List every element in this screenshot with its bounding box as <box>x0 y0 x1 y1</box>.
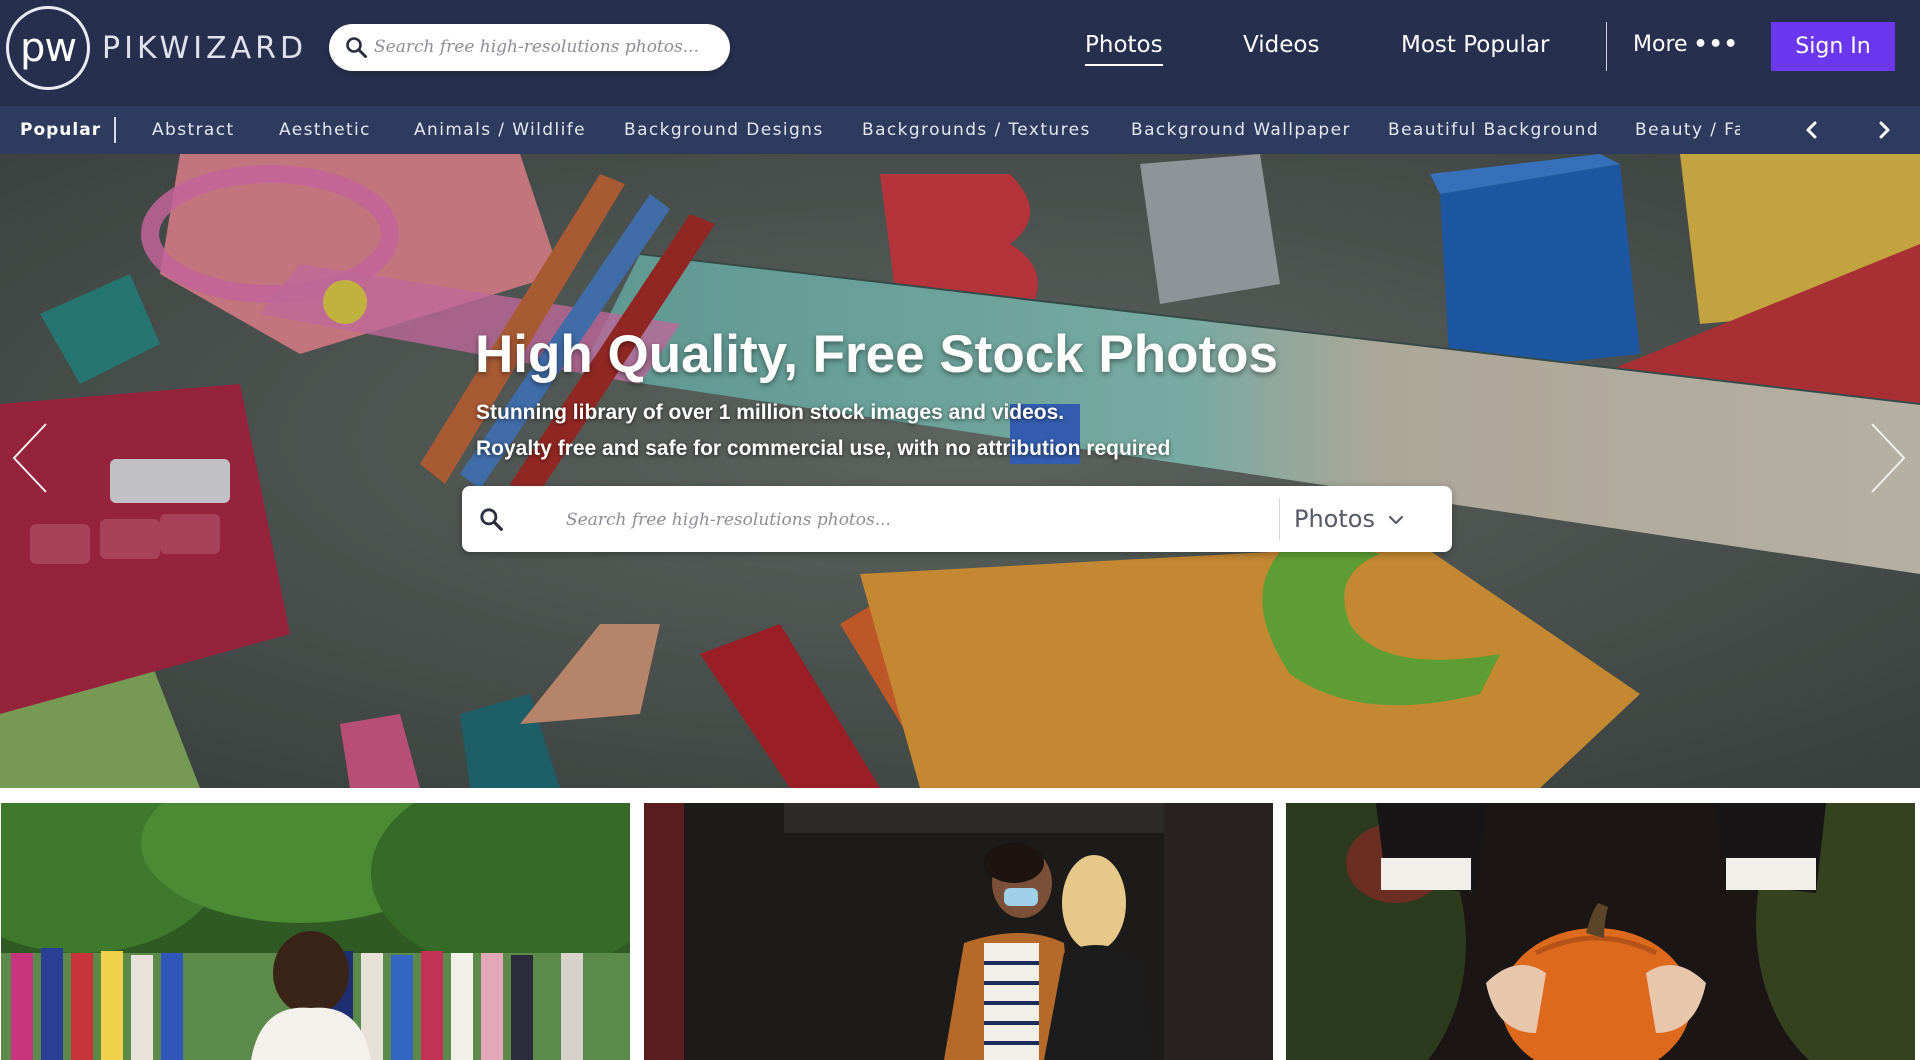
nav-photos[interactable]: Photos <box>1085 32 1163 66</box>
chevron-right-icon[interactable] <box>1872 118 1896 142</box>
hero-search-input[interactable] <box>566 504 1126 536</box>
top-navbar: pw PIKWIZARD Photos Videos Most Popular … <box>0 0 1920 106</box>
nav-more-label: More <box>1633 32 1688 57</box>
hero-subtitle-1: Stunning library of over 1 million stock… <box>476 401 1065 424</box>
logo-mark: pw <box>6 6 90 90</box>
header-search-box <box>329 24 730 71</box>
logo-text: PIKWIZARD <box>102 30 308 66</box>
chevron-left-icon[interactable] <box>10 420 50 496</box>
hero-search-divider <box>1279 498 1280 540</box>
hero-subtitle-2: Royalty free and safe for commercial use… <box>476 437 1171 460</box>
sign-in-button[interactable]: Sign In <box>1771 22 1895 71</box>
nav-most-popular[interactable]: Most Popular <box>1401 32 1549 58</box>
category-backgrounds-textures[interactable]: Backgrounds / Textures <box>862 120 1091 140</box>
search-icon[interactable] <box>478 506 504 537</box>
hero-overlay <box>0 154 1920 788</box>
media-type-select[interactable]: Photos <box>1294 502 1405 536</box>
couple-masks-photo[interactable] <box>644 803 1273 1060</box>
category-background-wallpaper[interactable]: Background Wallpaper <box>1131 120 1351 140</box>
pumpkin-photo[interactable] <box>1286 803 1915 1060</box>
chevron-right-icon[interactable] <box>1868 420 1908 496</box>
site-logo[interactable]: pw PIKWIZARD <box>6 6 307 90</box>
media-type-value: Photos <box>1294 505 1375 533</box>
nav-videos[interactable]: Videos <box>1243 32 1319 58</box>
category-abstract[interactable]: Abstract <box>152 120 235 140</box>
chevron-down-icon <box>1387 505 1405 533</box>
category-bar: Popular Abstract Aesthetic Animals / Wil… <box>0 106 1920 154</box>
category-animals-wildlife[interactable]: Animals / Wildlife <box>414 120 586 140</box>
hero-banner: High Quality, Free Stock Photos Stunning… <box>0 154 1920 788</box>
wedding-photo-image <box>1 803 630 1060</box>
category-background-designs[interactable]: Background Designs <box>624 120 824 140</box>
nav-divider <box>1606 22 1607 71</box>
category-aesthetic[interactable]: Aesthetic <box>279 120 371 140</box>
header-search-input[interactable] <box>374 32 714 62</box>
hero-search-box: Photos <box>462 486 1452 552</box>
nav-more[interactable]: More ••• <box>1633 32 1739 57</box>
category-beautiful-background[interactable]: Beautiful Background <box>1388 120 1599 140</box>
search-icon[interactable] <box>344 35 368 64</box>
ellipsis-icon: ••• <box>1693 32 1739 57</box>
hero-title: High Quality, Free Stock Photos <box>475 325 1278 384</box>
category-popular[interactable]: Popular <box>20 120 101 140</box>
category-divider <box>114 117 116 143</box>
couple-masks-photo-image <box>644 803 1273 1060</box>
pumpkin-photo-image <box>1286 803 1915 1060</box>
chevron-left-icon[interactable] <box>1800 118 1824 142</box>
wedding-photo[interactable] <box>1 803 630 1060</box>
